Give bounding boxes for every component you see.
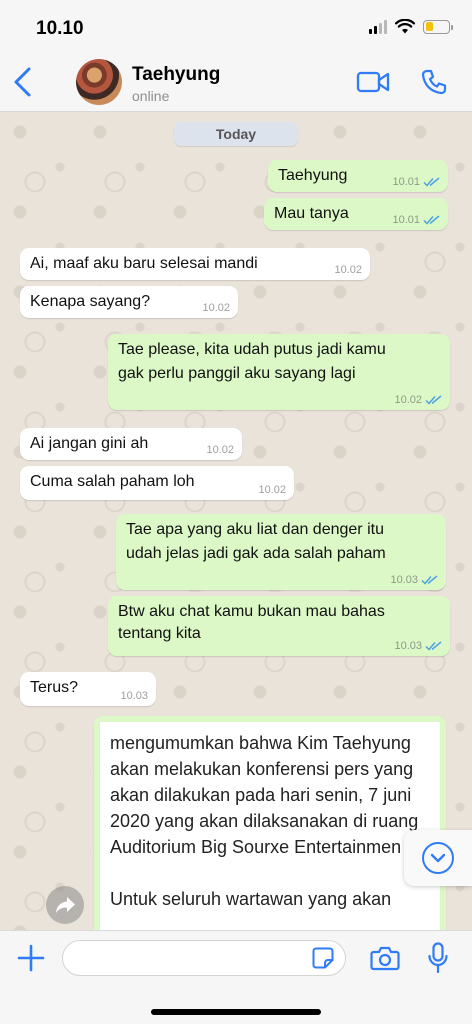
home-indicator[interactable] — [151, 1009, 321, 1015]
message-text: gak perlu panggil aku sayang lagi — [118, 365, 356, 382]
sticker-icon[interactable] — [312, 947, 334, 969]
message-meta: 10.02 — [202, 301, 230, 315]
message-bubble-outgoing[interactable]: Taehyung 10.01 — [268, 160, 448, 192]
message-meta: 10.01 — [392, 213, 440, 227]
message-time: 10.03 — [394, 640, 422, 652]
message-bubble-incoming[interactable]: Ai jangan gini ah 10.02 — [20, 428, 242, 460]
card-text-line: mengumumkan bahwa Kim Taehyung — [110, 733, 411, 753]
card-text-line: 2020 yang akan dilaksanakan di ruang — [110, 811, 419, 831]
microphone-icon[interactable] — [428, 942, 448, 974]
message-time: 10.02 — [202, 302, 230, 314]
message-meta: 10.02 — [258, 483, 286, 497]
message-meta: 10.03 — [120, 689, 148, 703]
wifi-icon — [395, 19, 415, 34]
message-time: 10.02 — [258, 484, 286, 496]
message-meta: 10.03 — [390, 573, 438, 587]
card-text-line: Untuk seluruh wartawan yang akan — [110, 889, 392, 909]
message-meta: 10.02 — [334, 263, 362, 277]
read-ticks-icon — [425, 395, 442, 405]
read-ticks-icon — [425, 641, 442, 651]
message-text: Taehyung — [278, 167, 348, 184]
chevron-down-circle-icon — [422, 842, 454, 874]
message-bubble-incoming[interactable]: Kenapa sayang? 10.02 — [20, 286, 238, 318]
day-separator: Today — [174, 122, 298, 146]
card-text-line: akan melakukan konferensi pers yang — [110, 759, 414, 779]
message-bubble-outgoing[interactable]: Tae apa yang aku liat dan denger itu uda… — [116, 514, 446, 590]
message-time: 10.02 — [394, 394, 422, 406]
message-bubble-incoming[interactable]: Cuma salah paham loh 10.02 — [20, 466, 294, 500]
message-text: tentang kita — [118, 625, 201, 642]
message-text: Btw aku chat kamu bukan mau bahas — [118, 603, 385, 620]
plus-icon[interactable] — [16, 943, 46, 973]
status-icons — [369, 19, 453, 34]
message-meta: 10.02 — [206, 443, 234, 457]
card-text-line: akan dilakukan pada hari senin, 7 juni — [110, 785, 412, 805]
battery-icon — [423, 19, 453, 34]
message-time: 10.03 — [120, 690, 148, 702]
message-text: udah jelas jadi gak ada salah paham — [126, 545, 386, 562]
message-text: Kenapa sayang? — [30, 293, 151, 310]
message-text: Terus? — [30, 679, 79, 696]
forward-button[interactable] — [46, 886, 84, 924]
message-time: 10.01 — [392, 176, 420, 188]
message-bubble-incoming[interactable]: Terus? 10.03 — [20, 672, 156, 706]
chat-area[interactable]: Today Taehyung 10.01 Mau tanya 10.01 Ai,… — [0, 112, 472, 930]
camera-icon[interactable] — [370, 945, 400, 971]
scroll-to-bottom-button[interactable] — [404, 830, 472, 886]
status-time: 10.10 — [36, 18, 84, 39]
message-input-bar — [0, 930, 472, 1024]
phone-icon[interactable] — [420, 68, 448, 96]
message-bubble-outgoing[interactable]: Btw aku chat kamu bukan mau bahas tentan… — [108, 596, 450, 656]
message-time: 10.03 — [390, 574, 418, 586]
video-camera-icon[interactable] — [356, 70, 390, 94]
battery-level — [425, 22, 434, 31]
chevron-left-icon[interactable] — [12, 66, 34, 98]
card-blank-line — [110, 860, 432, 886]
message-text: Tae please, kita udah putus jadi kamu — [118, 341, 386, 358]
message-bubble-outgoing[interactable]: Tae please, kita udah putus jadi kamu ga… — [108, 334, 450, 410]
message-meta: 10.01 — [392, 175, 440, 189]
message-text: Ai, maaf aku baru selesai mandi — [30, 255, 258, 272]
message-text: Cuma salah paham loh — [30, 473, 195, 490]
read-ticks-icon — [423, 177, 440, 187]
message-bubble-outgoing[interactable]: Mau tanya 10.01 — [264, 198, 448, 230]
message-time: 10.02 — [334, 264, 362, 276]
message-text: Tae apa yang aku liat dan denger itu — [126, 521, 384, 538]
message-time: 10.02 — [206, 444, 234, 456]
read-ticks-icon — [421, 575, 438, 585]
message-bubble-incoming[interactable]: Ai, maaf aku baru selesai mandi 10.02 — [20, 248, 370, 280]
card-text-line: Auditorium Big Sourxe Entertainmen — [110, 837, 402, 857]
message-meta: 10.03 — [394, 639, 442, 653]
message-meta: 10.02 — [394, 393, 442, 407]
message-text: Ai jangan gini ah — [30, 435, 149, 452]
read-ticks-icon — [423, 215, 440, 225]
avatar[interactable] — [76, 59, 122, 105]
cellular-signal-icon — [369, 19, 387, 34]
status-bar: 10.10 — [0, 0, 472, 52]
contact-status: online — [132, 88, 170, 104]
forwarded-message-card[interactable]: mengumumkan bahwa Kim Taehyung akan mela… — [94, 716, 446, 930]
contact-name[interactable]: Taehyung — [132, 64, 220, 86]
forwarded-message-content: mengumumkan bahwa Kim Taehyung akan mela… — [100, 722, 440, 930]
chat-header: Taehyung online — [0, 52, 472, 112]
forward-arrow-icon — [56, 897, 75, 913]
message-time: 10.01 — [392, 214, 420, 226]
message-text: Mau tanya — [274, 205, 349, 222]
message-input[interactable] — [62, 940, 346, 976]
